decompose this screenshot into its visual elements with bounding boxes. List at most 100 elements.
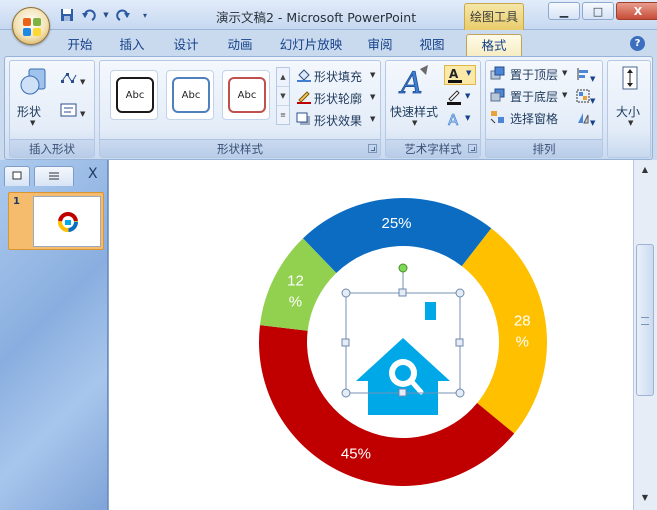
paint-bucket-icon xyxy=(297,69,311,82)
slides-tab-icon xyxy=(12,171,22,180)
resize-handle-l[interactable] xyxy=(341,338,350,347)
save-icon[interactable] xyxy=(58,7,76,23)
office-button[interactable] xyxy=(12,7,50,45)
window-controls: ▁ □ X xyxy=(548,2,657,20)
slide-thumbnail xyxy=(33,196,101,247)
shapes-label: 形状 xyxy=(17,105,42,119)
scroll-up-icon[interactable]: ▲ xyxy=(636,162,654,178)
slide-thumbnail-item[interactable]: 1 xyxy=(8,192,104,250)
tab-insert[interactable]: 插入 xyxy=(114,34,150,56)
gallery-down-icon[interactable]: ▼ xyxy=(277,87,289,106)
house-search-icon[interactable] xyxy=(356,302,450,415)
scroll-thumb[interactable] xyxy=(636,244,654,396)
gallery-more-icon[interactable]: ≡ xyxy=(277,106,289,125)
donut-chart: 25%28 %45%12% xyxy=(259,197,547,487)
text-box-icon xyxy=(60,103,77,117)
group-label-arrange: 排列 xyxy=(486,139,602,157)
ribbon-panel: 形状 ▼ ▼ ▼ 插入形状 Abc Abc Abc ▲ ▼ ≡ 形状填充 ▼ 形… xyxy=(4,56,653,160)
tab-view[interactable]: 视图 xyxy=(414,34,450,56)
scroll-down-icon[interactable]: ▼ xyxy=(636,490,654,506)
maximize-button[interactable]: □ xyxy=(582,2,614,20)
size-icon xyxy=(622,66,638,90)
align-icon xyxy=(577,68,588,80)
shape-fill-button[interactable]: 形状填充 ▼ xyxy=(296,67,378,85)
shape-style-1[interactable]: Abc xyxy=(110,70,158,120)
wordart-a-icon: A xyxy=(398,65,428,97)
slide-number: 1 xyxy=(13,196,20,207)
edit-shape-button[interactable]: ▼ xyxy=(60,71,90,89)
donut-segment-1[interactable] xyxy=(302,197,492,273)
send-back-icon xyxy=(490,88,505,102)
svg-text:A: A xyxy=(398,66,423,97)
group-shape-styles: Abc Abc Abc ▲ ▼ ≡ 形状填充 ▼ 形状轮廓 ▼ 形状效果 ▼ 形… xyxy=(99,60,381,158)
tab-slideshow[interactable]: 幻灯片放映 xyxy=(276,34,346,56)
send-to-back-button[interactable]: 置于底层 ▼ xyxy=(490,87,568,105)
selection-pane-icon xyxy=(490,111,504,124)
shape-outline-button[interactable]: 形状轮廓 ▼ xyxy=(296,89,378,107)
resize-handle-tr[interactable] xyxy=(455,288,465,298)
resize-handle-t[interactable] xyxy=(398,288,407,297)
text-box-button[interactable]: ▼ xyxy=(60,103,90,121)
resize-handle-tl[interactable] xyxy=(341,288,351,298)
minimize-button[interactable]: ▁ xyxy=(548,2,580,20)
tab-home[interactable]: 开始 xyxy=(62,34,98,56)
pencil-icon xyxy=(297,91,311,104)
shape-style-3-text: Abc xyxy=(228,77,266,113)
group-size: 大小 ▼ xyxy=(607,60,651,158)
outline-tab[interactable] xyxy=(34,166,74,186)
align-button[interactable]: ▼ xyxy=(576,67,600,83)
vertical-scrollbar[interactable]: ▲ ▼ xyxy=(633,160,657,510)
panel-close-icon[interactable]: X xyxy=(88,166,98,182)
rotate-icon xyxy=(578,113,589,124)
customize-qat-icon[interactable]: ▾ xyxy=(136,7,154,23)
shape-effects-icon xyxy=(296,112,310,125)
slides-tab[interactable] xyxy=(4,166,30,186)
resize-handle-br[interactable] xyxy=(455,388,465,398)
shape-style-2-text: Abc xyxy=(172,77,210,113)
slide-thumbnail-preview xyxy=(58,212,78,232)
tab-review[interactable]: 审阅 xyxy=(362,34,398,56)
shape-effects-button[interactable]: 形状效果 ▼ xyxy=(296,111,378,129)
shape-fill-label: 形状填充 xyxy=(314,70,363,84)
group-objects-button[interactable]: ▼ xyxy=(576,89,600,105)
tab-format[interactable]: 格式 xyxy=(466,34,522,56)
tab-animations[interactable]: 动画 xyxy=(222,34,258,56)
group-label-insert-shapes: 插入形状 xyxy=(10,139,94,157)
slide-canvas[interactable]: 25% 28% 45% 12% xyxy=(108,160,633,510)
shape-style-2[interactable]: Abc xyxy=(166,70,214,120)
close-button[interactable]: X xyxy=(616,2,657,20)
wordart-launcher-icon[interactable] xyxy=(468,144,477,153)
rotate-handle[interactable] xyxy=(398,263,408,273)
ribbon-tabs: 开始 插入 设计 动画 幻灯片放映 审阅 视图 格式 xyxy=(0,30,657,56)
quick-styles-button[interactable]: A 快速样式 ▼ xyxy=(390,65,440,131)
undo-icon[interactable] xyxy=(80,7,98,23)
shape-style-3[interactable]: Abc xyxy=(222,70,270,120)
gallery-up-icon[interactable]: ▲ xyxy=(277,68,289,87)
text-effects-button[interactable]: A ▼ xyxy=(444,111,476,129)
resize-handle-b[interactable] xyxy=(398,388,407,397)
text-effects-icon: A xyxy=(448,111,460,127)
shape-styles-launcher-icon[interactable] xyxy=(368,144,377,153)
help-icon[interactable]: ? xyxy=(630,36,645,51)
text-fill-button[interactable]: A ▼ xyxy=(444,65,476,85)
donut-segment-2[interactable] xyxy=(461,228,547,434)
svg-text:A: A xyxy=(448,111,459,127)
resize-handle-r[interactable] xyxy=(455,338,464,347)
undo-dropdown-icon[interactable]: ▼ xyxy=(102,7,110,23)
quick-access-toolbar: ▼ ▾ xyxy=(58,7,154,23)
text-outline-button[interactable]: ▼ xyxy=(444,89,476,107)
tab-design[interactable]: 设计 xyxy=(168,34,204,56)
shape-styles-gallery-scroll[interactable]: ▲ ▼ ≡ xyxy=(276,67,290,125)
redo-icon[interactable] xyxy=(114,7,132,23)
shapes-icon xyxy=(20,68,46,95)
rotate-button[interactable]: ▼ xyxy=(576,111,600,127)
size-button[interactable]: 大小 ▼ xyxy=(612,65,648,131)
svg-text:A: A xyxy=(449,67,459,81)
selection-pane-button[interactable]: 选择窗格 xyxy=(490,109,568,127)
resize-handle-bl[interactable] xyxy=(341,388,351,398)
bring-to-front-button[interactable]: 置于顶层 ▼ xyxy=(490,65,568,83)
shapes-button[interactable]: 形状 ▼ xyxy=(16,67,52,131)
office-logo-icon xyxy=(23,18,41,36)
slides-panel: X 1 xyxy=(0,160,108,510)
shape-outline-label: 形状轮廓 xyxy=(314,92,363,106)
